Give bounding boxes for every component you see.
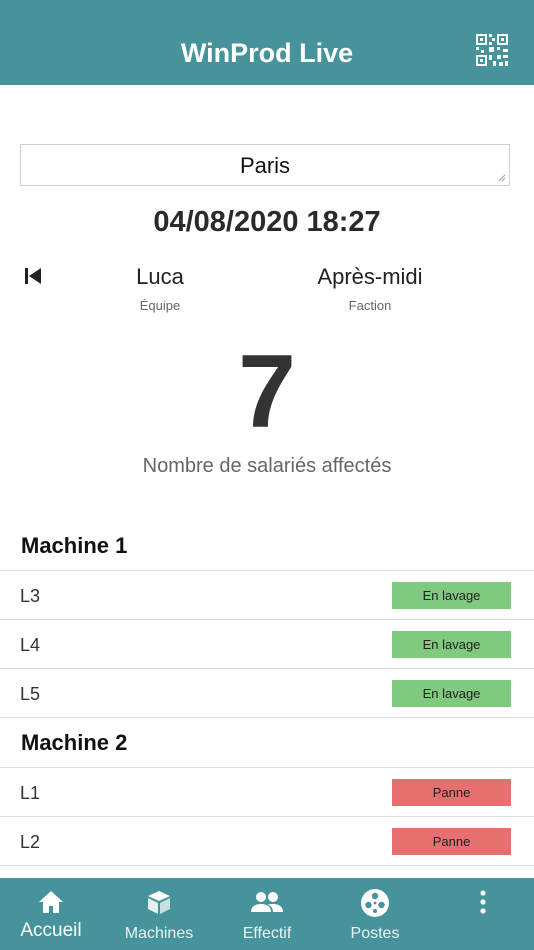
- machine-header: Machine 1: [21, 533, 128, 558]
- people-icon: [217, 888, 317, 918]
- home-icon: [1, 888, 101, 918]
- nav-item-accueil[interactable]: Accueil: [1, 878, 101, 950]
- line-row[interactable]: L2 Panne: [0, 816, 534, 865]
- line-row[interactable]: L5 En lavage: [0, 668, 534, 717]
- employee-count-label: Nombre de salariés affectés: [142, 455, 392, 477]
- faction-label: Faction: [348, 298, 392, 313]
- status-badge: En lavage: [392, 680, 511, 707]
- team-info: Luca Équipe: [60, 264, 260, 314]
- resize-grip-icon: [498, 174, 506, 182]
- nav-label: Effectif: [242, 925, 292, 942]
- line-label: L4: [20, 635, 41, 655]
- line-label: L2: [20, 832, 41, 852]
- site-select-value: Paris: [239, 153, 291, 178]
- employee-count: 7: [238, 334, 296, 450]
- nav-label: Accueil: [20, 920, 82, 941]
- divider: [0, 717, 534, 718]
- status-badge: Panne: [392, 779, 511, 806]
- app-title: WinProd Live: [180, 38, 354, 68]
- line-row[interactable]: L3 En lavage: [0, 570, 534, 619]
- nav-label: Machines: [124, 925, 194, 942]
- line-row[interactable]: [0, 865, 534, 878]
- status-badge: Panne: [392, 828, 511, 855]
- nav-item-machines[interactable]: Machines: [109, 878, 209, 950]
- line-row[interactable]: L4 En lavage: [0, 619, 534, 668]
- faction-info: Après-midi Faction: [270, 264, 470, 314]
- status-badge: En lavage: [392, 582, 511, 609]
- reel-icon: [325, 888, 425, 918]
- line-label: L3: [20, 586, 41, 606]
- skip-previous-icon[interactable]: [22, 264, 44, 288]
- site-select[interactable]: Paris: [20, 144, 510, 186]
- line-row[interactable]: L1 Panne: [0, 767, 534, 816]
- machine-header: Machine 2: [21, 730, 128, 755]
- nav-label: Postes: [350, 925, 400, 942]
- more-vertical-icon: [433, 888, 533, 918]
- nav-item-effectif[interactable]: Effectif: [217, 878, 317, 950]
- team-label: Équipe: [139, 298, 181, 313]
- team-value: Luca: [136, 264, 184, 289]
- nav-item-postes[interactable]: Postes: [325, 878, 425, 950]
- line-label: L1: [20, 783, 41, 803]
- cube-icon: [109, 888, 209, 918]
- line-label: L5: [20, 684, 41, 704]
- faction-value: Après-midi: [317, 264, 423, 289]
- status-badge: En lavage: [392, 631, 511, 658]
- app-header: WinProd Live: [0, 0, 534, 85]
- datetime-display: 04/08/2020 18:27: [153, 206, 381, 238]
- nav-item-more[interactable]: [433, 878, 533, 950]
- bottom-nav: Accueil Machines Effectif Postes: [0, 878, 534, 950]
- qr-code-icon[interactable]: [475, 33, 509, 67]
